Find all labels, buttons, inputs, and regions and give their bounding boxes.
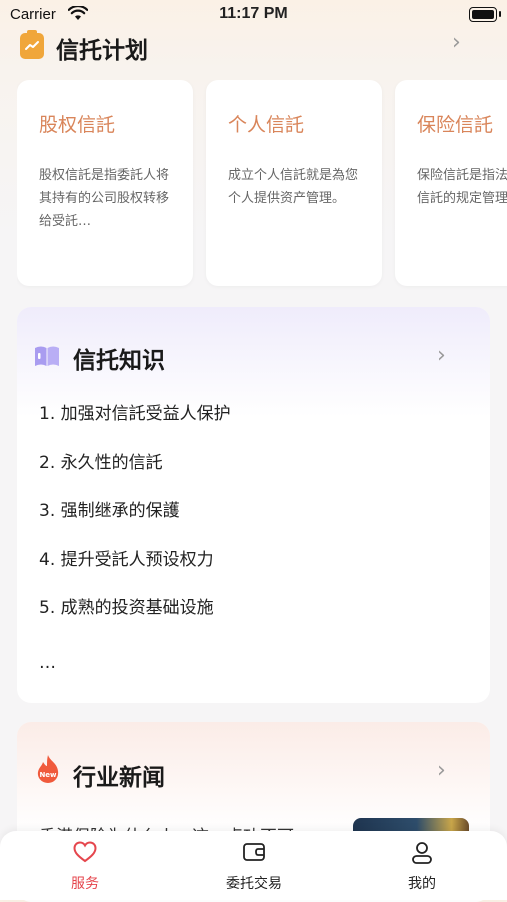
trust-knowledge-section: 信托知识 › 1. 加强对信託受益人保护 2. 永久性的信託 3. 强制继承的保… (17, 307, 490, 703)
book-icon (34, 345, 60, 367)
status-bar: Carrier 11:17 PM (0, 0, 507, 30)
card-title: 个人信託 (228, 114, 305, 136)
card-title: 保险信託 (417, 114, 494, 136)
tab-bar: 服务 委托交易 我的 (0, 831, 507, 900)
list-item[interactable]: 3. 强制继承的保護 (39, 500, 231, 549)
card-personal-trust[interactable]: 个人信託 成立个人信託就是為您个人提供资产管理。 (206, 80, 382, 286)
chevron-right-icon[interactable]: › (437, 758, 446, 783)
list-item[interactable]: 5. 成熟的投资基础设施 (39, 597, 231, 646)
clock: 11:17 PM (219, 5, 288, 22)
knowledge-list: 1. 加强对信託受益人保护 2. 永久性的信託 3. 强制继承的保護 4. 提升… (39, 403, 231, 646)
card-title: 股权信託 (39, 114, 116, 136)
card-description: 保险信託是指法人按照信託的规定管理您 (417, 168, 507, 206)
chart-clipboard-icon (20, 30, 44, 59)
tab-service[interactable]: 服务 (25, 831, 145, 900)
heart-icon (73, 841, 97, 863)
tab-trade[interactable]: 委托交易 (194, 831, 314, 900)
card-description: 股权信託是指委託人将其持有的公司股权转移给受託… (39, 168, 170, 229)
tab-label: 委托交易 (226, 876, 282, 892)
chevron-right-icon[interactable]: › (452, 30, 461, 55)
trust-plan-title: 信托计划 (56, 38, 148, 64)
card-description: 成立个人信託就是為您个人提供资产管理。 (228, 168, 359, 206)
chevron-right-icon[interactable]: › (437, 343, 446, 368)
card-insurance-trust[interactable]: 保险信託 保险信託是指法人按照信託的规定管理您 (395, 80, 507, 286)
list-item[interactable]: 4. 提升受託人预设权力 (39, 549, 231, 598)
trust-knowledge-title: 信托知识 (73, 348, 165, 374)
trust-plan-header[interactable]: 信托计划 › (18, 30, 488, 64)
trust-plan-cards: 股权信託 股权信託是指委託人将其持有的公司股权转移给受託… 个人信託 成立个人信… (17, 80, 507, 290)
tab-mine[interactable]: 我的 (362, 831, 482, 900)
list-item[interactable]: 2. 永久性的信託 (39, 452, 231, 501)
tab-label: 我的 (408, 876, 436, 892)
svg-text:New: New (39, 771, 57, 779)
person-icon (412, 842, 432, 864)
wallet-icon (243, 843, 265, 861)
battery-icon (469, 7, 501, 22)
industry-news-title: 行业新闻 (73, 765, 165, 791)
fire-new-icon: New (35, 754, 61, 784)
more-ellipsis[interactable]: … (39, 653, 56, 673)
tab-label: 服务 (71, 876, 99, 892)
card-equity-trust[interactable]: 股权信託 股权信託是指委託人将其持有的公司股权转移给受託… (17, 80, 193, 286)
list-item[interactable]: 1. 加强对信託受益人保护 (39, 403, 231, 452)
